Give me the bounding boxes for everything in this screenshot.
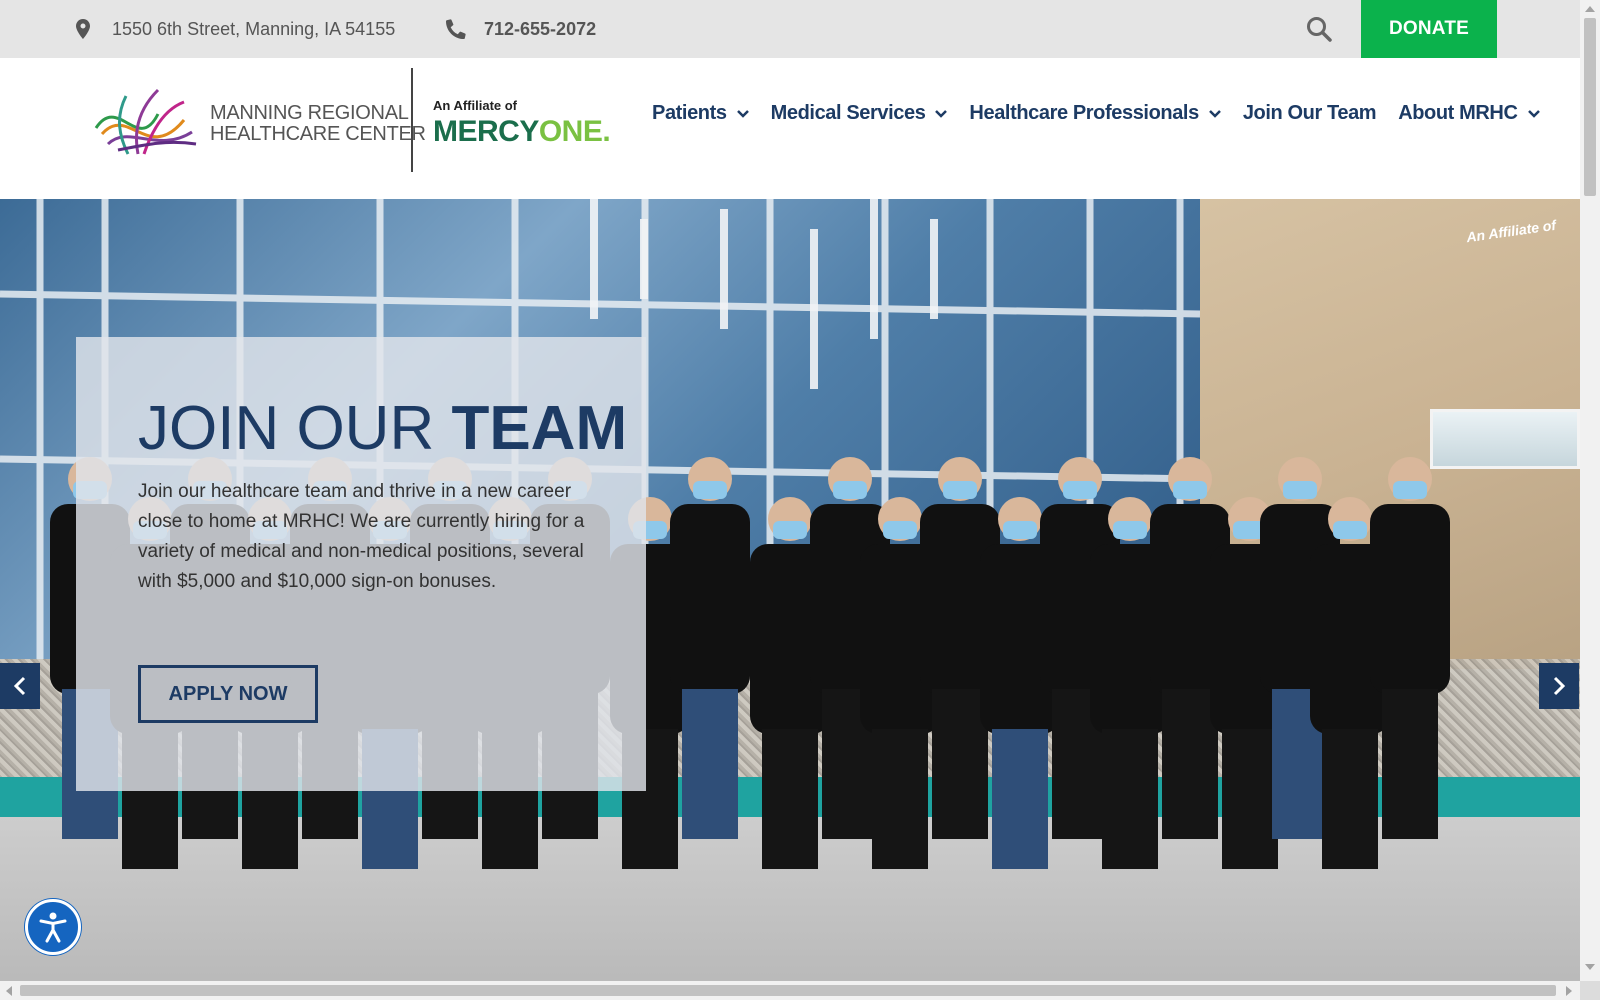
nav-item-healthcare-professionals[interactable]: Healthcare Professionals [969, 102, 1221, 125]
vertical-scroll-thumb[interactable] [1584, 18, 1596, 196]
horizontal-scroll-thumb[interactable] [20, 985, 1556, 996]
hero-title: JOIN OUR TEAM [138, 393, 627, 464]
logo-line-2: HEALTHCARE CENTER [210, 123, 426, 145]
staff-member-body [1370, 504, 1450, 694]
staff-member-legs [992, 729, 1048, 869]
nav-item-about-mrhc[interactable]: About MRHC [1398, 102, 1540, 125]
staff-member-mask [1283, 481, 1317, 499]
scroll-left-arrow-icon[interactable] [6, 986, 12, 996]
logo-line-1: MANNING REGIONAL [210, 102, 409, 124]
nav-item-label: Medical Services [770, 102, 926, 124]
staff-member-legs [762, 729, 818, 869]
search-button[interactable] [1306, 16, 1332, 42]
address-link[interactable]: 1550 6th Street, Manning, IA 54155 [76, 0, 395, 58]
mercyone-suffix: . [602, 115, 611, 148]
chevron-down-icon [1208, 109, 1221, 118]
search-icon [1307, 17, 1332, 42]
staff-member-mask [1063, 481, 1097, 499]
chevron-right-icon [1553, 676, 1566, 696]
staff-member-mask [773, 521, 807, 539]
scroll-down-arrow-icon[interactable] [1585, 964, 1595, 970]
horizontal-scrollbar[interactable] [0, 981, 1580, 1000]
logo-divider [411, 68, 413, 172]
staff-member-body [670, 504, 750, 694]
slider-next-button[interactable] [1539, 663, 1579, 709]
staff-member-legs [1382, 689, 1438, 839]
staff-member-legs [1322, 729, 1378, 869]
staff-member-mask [693, 481, 727, 499]
phone-icon [446, 19, 466, 39]
phone-link[interactable]: 712-655-2072 [446, 0, 596, 58]
staff-member-mask [1113, 521, 1147, 539]
slider-prev-button[interactable] [0, 663, 40, 709]
chevron-down-icon [935, 109, 948, 118]
map-pin-icon [76, 19, 90, 39]
mercyone-part-2: ONE [538, 115, 603, 148]
logo-wordmark: MANNING REGIONAL HEALTHCARE CENTER [210, 103, 426, 145]
main-navigation: Patients Medical Services Healthcare Pro… [652, 102, 1562, 125]
mercyone-affiliate-logo[interactable]: An Affiliate of MERCYONE. [433, 98, 611, 149]
staff-member-legs [682, 689, 738, 839]
site-header: MANNING REGIONAL HEALTHCARE CENTER An Af… [0, 58, 1580, 199]
chevron-down-icon [736, 109, 749, 118]
staff-member-mask [1173, 481, 1207, 499]
staff-member-legs [932, 689, 988, 839]
nav-item-patients[interactable]: Patients [652, 102, 749, 125]
hero-description: Join our healthcare team and thrive in a… [138, 481, 585, 592]
nav-item-label: Healthcare Professionals [969, 102, 1199, 124]
staff-member-legs [1162, 689, 1218, 839]
scroll-up-arrow-icon[interactable] [1585, 6, 1595, 12]
scrollbar-corner [1580, 981, 1600, 1000]
scroll-right-arrow-icon[interactable] [1566, 986, 1572, 996]
hero-title-light: JOIN OUR [138, 394, 452, 463]
hero-text-card: JOIN OUR TEAM Join our healthcare team a… [76, 337, 646, 791]
top-utility-bar: 1550 6th Street, Manning, IA 54155 712-6… [0, 0, 1580, 58]
nav-item-join-our-team[interactable]: Join Our Team [1242, 102, 1377, 125]
staff-member-mask [943, 481, 977, 499]
mercyone-wordmark: MERCYONE. [433, 115, 611, 149]
staff-member-legs [1102, 729, 1158, 869]
mrhc-logo-mark-icon [94, 88, 197, 155]
affiliate-label: An Affiliate of [433, 98, 518, 113]
nav-item-medical-services[interactable]: Medical Services [771, 102, 948, 125]
nav-item-label: Patients [652, 102, 727, 124]
vertical-scrollbar[interactable] [1580, 0, 1600, 1000]
address-text: 1550 6th Street, Manning, IA 54155 [112, 18, 396, 39]
accessibility-person-icon [39, 912, 67, 943]
nav-item-label: Join Our Team [1242, 102, 1377, 124]
staff-member-mask [1003, 521, 1037, 539]
staff-member-legs [872, 729, 928, 869]
apply-now-button[interactable]: APPLY NOW [138, 665, 318, 723]
site-logo-link[interactable]: MANNING REGIONAL HEALTHCARE CENTER [88, 68, 426, 172]
chevron-down-icon [1527, 109, 1540, 118]
phone-text: 712-655-2072 [484, 18, 597, 39]
hero-slider: An Affiliate of JOIN OUR TEAM Join our h… [0, 199, 1580, 981]
staff-member-mask [1333, 521, 1367, 539]
nav-item-label: About MRHC [1398, 102, 1518, 124]
staff-member-mask [1393, 481, 1427, 499]
staff-member-mask [833, 481, 867, 499]
chevron-left-icon [13, 676, 26, 696]
hero-title-bold: TEAM [451, 394, 628, 463]
staff-member-mask [883, 521, 917, 539]
donate-button[interactable]: DONATE [1361, 0, 1497, 58]
mercyone-part-1: MERCY [433, 115, 539, 148]
accessibility-button[interactable] [25, 899, 81, 955]
staff-member-legs [1222, 729, 1278, 869]
